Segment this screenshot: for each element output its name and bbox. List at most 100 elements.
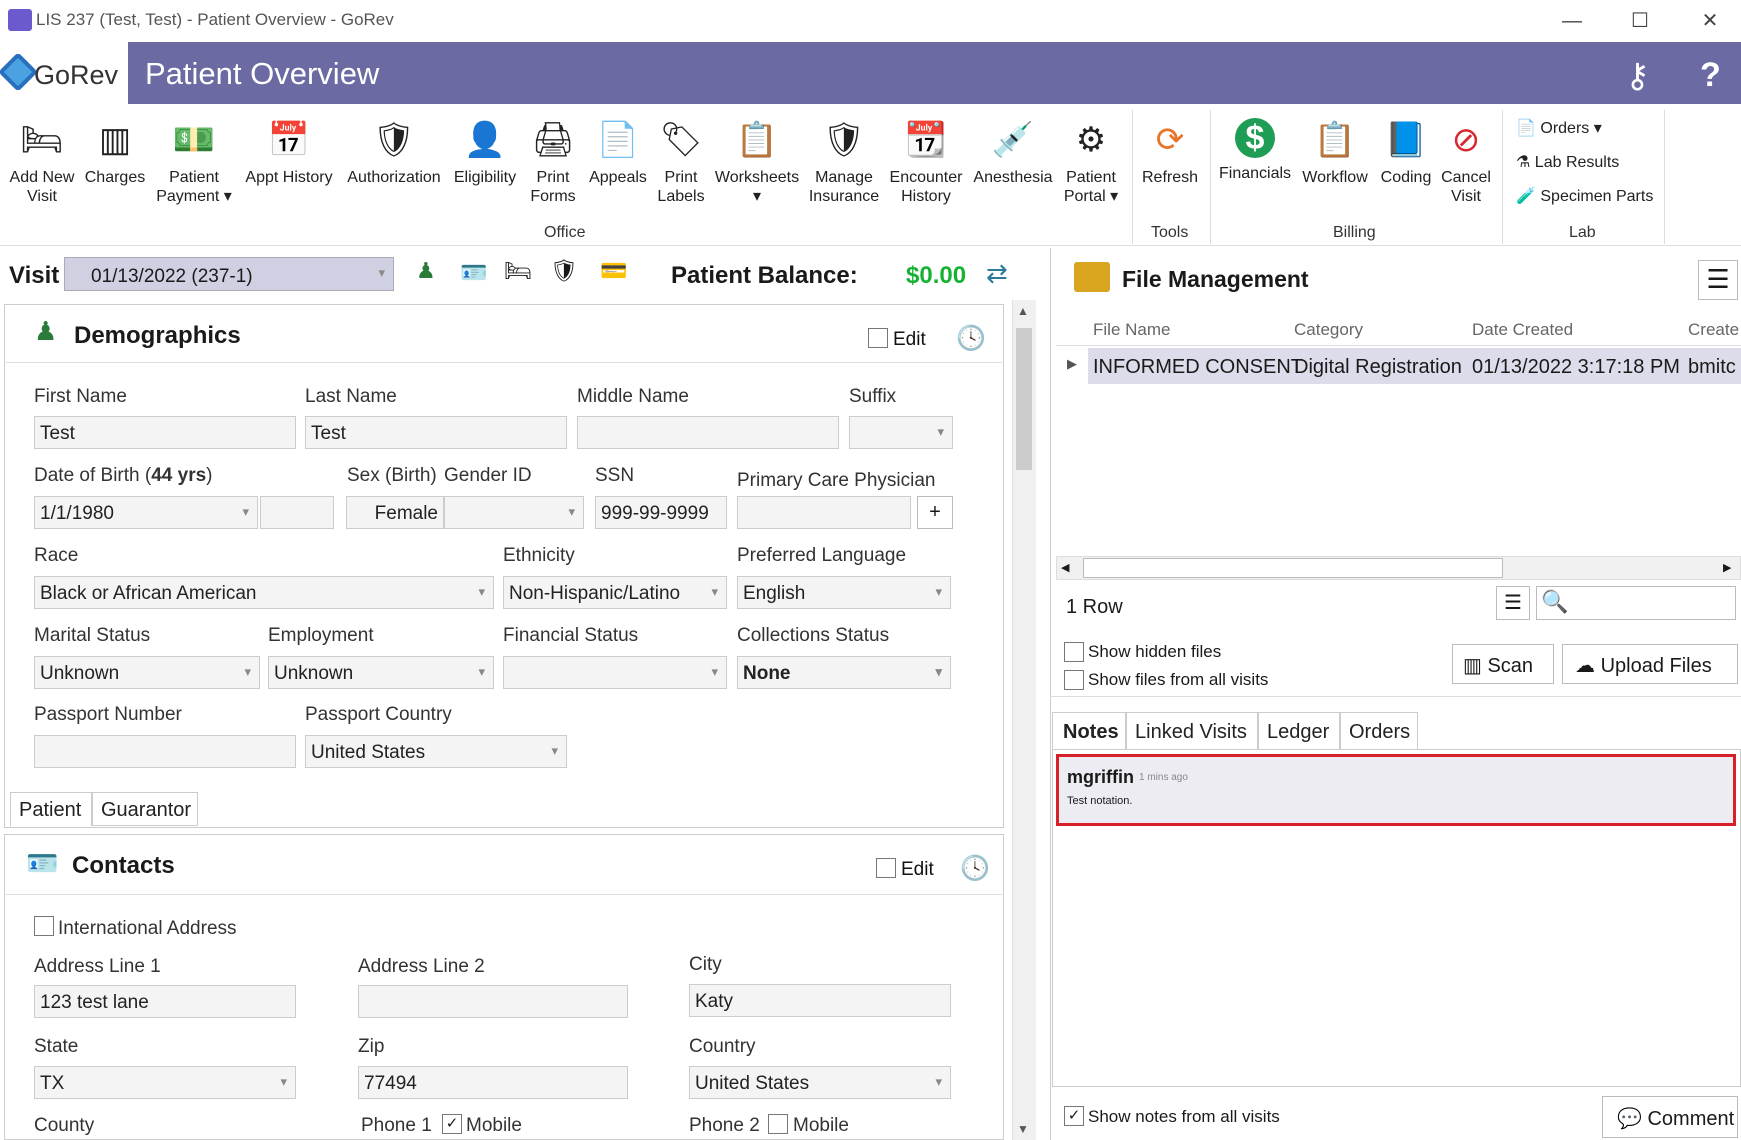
orders-dropdown[interactable]: 📄 Orders ▾ [1516,118,1602,138]
state-select[interactable]: TX [34,1066,296,1099]
employment-select[interactable]: Unknown [268,656,494,689]
demographics-edit-checkbox[interactable] [868,328,888,348]
tab-notes[interactable]: Notes [1052,712,1126,750]
tab-linked-visits[interactable]: Linked Visits [1126,712,1258,750]
add-new-visit-button[interactable]: 🛏 Add New Visit [4,118,80,206]
race-select[interactable]: Black or African American [34,576,494,609]
dob-extra-field[interactable] [260,496,334,529]
list-options-icon[interactable]: ☰ [1496,586,1530,620]
country-select[interactable]: United States [689,1066,951,1099]
history-clock-icon[interactable]: 🕓 [960,854,990,883]
scroll-up-icon[interactable]: ▲ [1017,304,1029,318]
charges-button[interactable]: ▥ Charges [82,118,148,187]
payment-card-icon[interactable]: 💳 [600,258,627,284]
passport-number-field[interactable] [34,735,296,768]
anesthesia-button[interactable]: 💉 Anesthesia [970,118,1056,187]
history-clock-icon[interactable]: 🕓 [956,324,986,353]
address2-field[interactable] [358,985,628,1018]
phone1-mobile-checkbox[interactable]: ✓ [442,1114,462,1134]
scroll-right-icon[interactable]: ▶ [1723,561,1731,574]
passport-country-select[interactable]: United States [305,735,567,768]
visit-select[interactable]: 01/13/2022 (237-1) [64,257,394,291]
comment-button[interactable]: 💬 Comment [1602,1096,1738,1138]
language-select[interactable]: English [737,576,951,609]
ribbon-divider [1132,110,1133,244]
tab-orders[interactable]: Orders [1340,712,1418,750]
encounter-history-button[interactable]: 📆 Encounter History [886,118,966,206]
tab-guarantor[interactable]: Guarantor [92,792,198,826]
financials-button[interactable]: $ Financials [1218,118,1292,183]
ssn-field[interactable]: 999-99-9999 [595,496,727,529]
tab-patient[interactable]: Patient [10,792,92,826]
bed-icon[interactable]: 🛏 [504,258,532,284]
city-field[interactable]: Katy [689,984,951,1017]
id-card-icon[interactable]: 🪪 [460,260,487,286]
col-created-by[interactable]: Create [1688,320,1741,340]
file-search-input[interactable]: 🔍 [1536,586,1736,620]
patient-payment-button[interactable]: 💵 Patient Payment ▾ [156,118,232,206]
tab-ledger[interactable]: Ledger [1258,712,1340,750]
show-all-notes-checkbox[interactable]: ✓ [1064,1106,1084,1126]
refresh-button[interactable]: ⟳ Refresh [1140,118,1200,187]
ethnicity-select[interactable]: Non-Hispanic/Latino [503,576,727,609]
first-name-field[interactable]: Test [34,416,296,449]
collections-select[interactable]: None [737,656,951,689]
menu-icon[interactable]: ☰ [1698,260,1738,300]
zip-field[interactable]: 77494 [358,1066,628,1099]
manage-insurance-button[interactable]: 🛡 Manage Insurance [806,118,882,206]
workflow-button[interactable]: 📋 Workflow [1298,118,1372,187]
horizontal-scrollbar[interactable]: ◀ ▶ [1056,556,1741,580]
scan-button[interactable]: ▥ Scan [1452,644,1554,684]
patient-portal-button[interactable]: ⚙ Patient Portal ▾ [1060,118,1122,206]
print-labels-button[interactable]: 🏷 Print Labels [654,118,708,206]
help-icon[interactable]: ? [1700,56,1721,95]
cancel-visit-button[interactable]: ⊘ Cancel Visit [1440,118,1492,206]
keys-icon[interactable]: ⚷ [1625,56,1650,96]
maximize-button[interactable]: ☐ [1612,6,1668,36]
international-address-checkbox[interactable] [34,916,54,936]
col-date-created[interactable]: Date Created [1472,320,1573,340]
phone1-label: Phone 1 [361,1115,432,1136]
authorization-button[interactable]: 🛡 Authorization [344,118,444,187]
worksheets-button[interactable]: 📋 Worksheets ▾ [714,118,800,206]
minimize-button[interactable]: — [1544,6,1600,36]
last-name-field[interactable]: Test [305,416,567,449]
insurance-icon[interactable]: 🛡 [550,258,578,284]
add-pcp-button[interactable]: + [917,496,953,529]
expand-row-icon[interactable]: ▶ [1067,356,1077,372]
passport-country-label: Passport Country [305,704,452,725]
financial-status-select[interactable] [503,656,727,689]
phone2-mobile-checkbox[interactable] [768,1114,788,1134]
marital-select[interactable]: Unknown [34,656,260,689]
address1-field[interactable]: 123 test lane [34,985,296,1018]
patient-icon[interactable]: ♟ [416,258,436,284]
col-file-name[interactable]: File Name [1093,320,1170,340]
gender-id-select[interactable] [444,496,584,529]
appeals-button[interactable]: 📄 Appeals [586,118,650,187]
scroll-down-icon[interactable]: ▼ [1017,1122,1029,1136]
specimen-parts-button[interactable]: 🧪 Specimen Parts [1516,186,1653,206]
suffix-select[interactable] [849,416,953,449]
shield-check-icon: 🛡 [372,121,416,159]
sex-select[interactable]: Female [346,496,444,529]
dob-field[interactable]: 1/1/1980 [34,496,258,529]
scroll-left-icon[interactable]: ◀ [1061,561,1069,574]
upload-files-button[interactable]: ☁ Upload Files [1562,644,1738,684]
print-forms-button[interactable]: 🖨 Print Forms [526,118,580,206]
close-button[interactable]: ✕ [1682,6,1738,36]
lab-results-button[interactable]: ⚗ Lab Results [1516,152,1619,172]
scroll-thumb[interactable] [1083,558,1503,578]
appt-history-button[interactable]: 📅 Appt History [240,118,338,187]
left-scrollbar[interactable]: ▲ ▼ [1012,300,1036,1140]
swap-icon[interactable]: ⇄ [986,258,1008,289]
eligibility-button[interactable]: 👤 Eligibility [450,118,520,187]
show-hidden-files-checkbox[interactable] [1064,642,1084,662]
middle-name-field[interactable] [577,416,839,449]
pcp-field[interactable] [737,496,911,529]
show-all-visits-files-checkbox[interactable] [1064,670,1084,690]
note-item[interactable]: mgriffin 1 mins ago Test notation. [1056,754,1736,826]
contacts-edit-checkbox[interactable] [876,858,896,878]
scroll-thumb[interactable] [1016,328,1032,470]
coding-button[interactable]: 📘 Coding [1376,118,1436,187]
col-category[interactable]: Category [1294,320,1363,340]
